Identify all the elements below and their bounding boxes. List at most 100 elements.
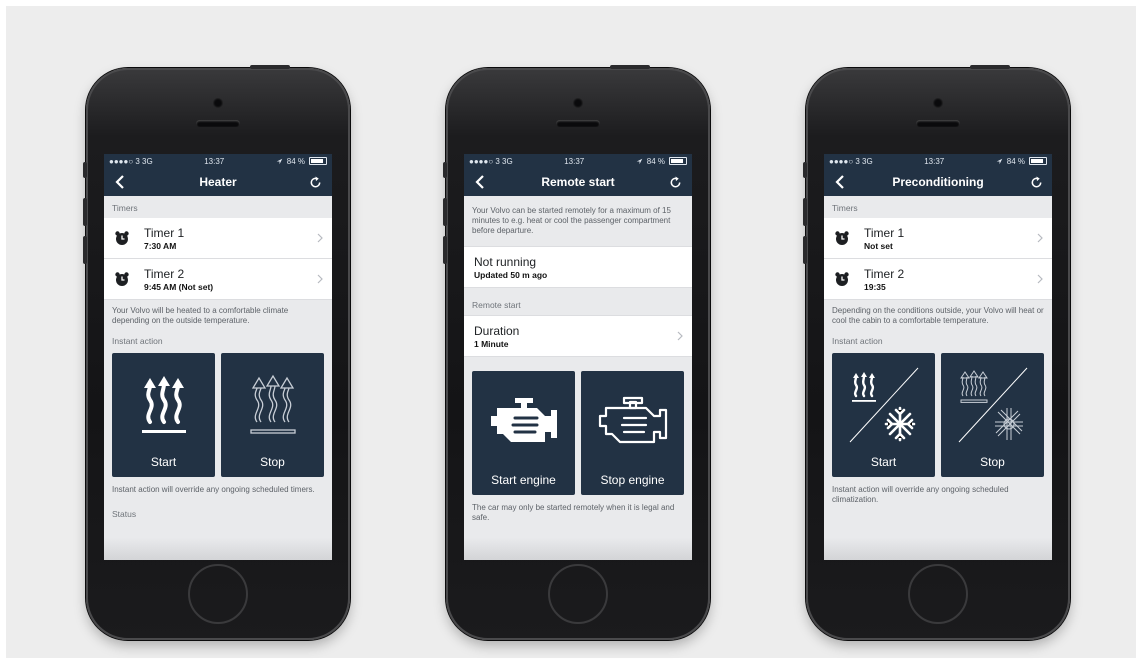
timer-2-value: 19:35: [864, 281, 886, 292]
refresh-button[interactable]: [308, 174, 324, 190]
nav-bar: Remote start: [464, 168, 692, 196]
page-title: Heater: [199, 175, 237, 189]
snowflake-icon: [884, 406, 915, 442]
duration-value: 1 Minute: [474, 338, 509, 349]
stop-heater-button[interactable]: Stop: [221, 353, 324, 477]
carrier-signal: ●●●●○ 3 3G: [109, 156, 153, 166]
refresh-icon: [1031, 175, 1041, 187]
engine-icon: [490, 398, 557, 442]
chevron-right-icon: [1037, 274, 1043, 284]
timer-2-name: Timer 2: [864, 266, 905, 281]
snowflake-outline-icon: [994, 408, 1023, 440]
nav-bar: Preconditioning: [824, 168, 1052, 196]
remote-start-screen: ●●●●○ 3 3G 13:37 84 % Remote start Your …: [464, 154, 692, 560]
stop-engine-button[interactable]: Stop engine: [581, 371, 684, 495]
remote-start-section-label: Remote start: [472, 300, 521, 310]
nav-bar: Heater: [104, 168, 332, 196]
heater-screen: ●●●●○ 3 3G 13:37 84 % Heater Timers Time…: [104, 154, 332, 560]
remote-start-description: Your Volvo can be started remotely for a…: [472, 206, 671, 235]
start-label: Start: [150, 455, 177, 469]
home-button[interactable]: [548, 564, 608, 624]
status-bar: ●●●●○ 3 3G 13:37 84 %: [104, 154, 332, 168]
preconditioning-description: Depending on the conditions outside, you…: [832, 306, 1044, 325]
engine-action-tiles: Start engine Stop engine: [464, 357, 692, 497]
heat-waves-outline-icon: [249, 374, 296, 434]
refresh-button[interactable]: [1028, 174, 1044, 190]
remote-start-note: The car may only be started remotely whe…: [472, 503, 675, 522]
engine-outline-icon: [598, 396, 667, 444]
location-arrow-icon: [276, 158, 283, 164]
heat-waves-icon: [141, 376, 186, 433]
page-title: Preconditioning: [892, 175, 984, 189]
timers-label: Timers: [112, 203, 138, 213]
timer-2-name: Timer 2: [144, 266, 185, 281]
timer-2-row[interactable]: Timer 2 19:35: [824, 259, 1052, 300]
status-time: 13:37: [564, 156, 585, 166]
refresh-icon: [671, 175, 681, 187]
heat-cool-icon: [849, 367, 918, 443]
timer-1-value: Not set: [864, 240, 893, 251]
earpiece-speaker: [196, 120, 240, 127]
heat-cool-outline-icon: [958, 367, 1027, 443]
timer-2-row[interactable]: Timer 2 9:45 AM (Not set): [104, 259, 332, 300]
showcase-background: ●●●●○ 3 3G 13:37 84 % Heater Timers Time…: [6, 6, 1136, 658]
timer-2-value: 9:45 AM (Not set): [144, 281, 214, 292]
battery-icon: [669, 157, 687, 165]
carrier-signal: ●●●●○ 3 3G: [829, 156, 873, 166]
carrier-signal: ●●●●○ 3 3G: [469, 156, 513, 166]
page-title: Remote start: [541, 175, 615, 189]
instant-action-label: Instant action: [832, 336, 883, 346]
status-label: Status: [112, 509, 137, 519]
timer-1-row[interactable]: Timer 1 Not set: [824, 218, 1052, 259]
chevron-right-icon: [677, 331, 683, 341]
timer-1-row[interactable]: Timer 1 7:30 AM: [104, 218, 332, 259]
alarm-clock-icon: [835, 272, 849, 286]
stop-engine-label: Stop engine: [600, 473, 665, 487]
battery-percent: 84 %: [286, 156, 305, 166]
back-button[interactable]: [472, 174, 488, 190]
status-bar: ●●●●○ 3 3G 13:37 84 %: [824, 154, 1052, 168]
earpiece-speaker: [916, 120, 960, 127]
alarm-clock-icon: [115, 272, 129, 286]
chevron-right-icon: [317, 233, 323, 243]
chevron-left-icon: [115, 175, 124, 189]
status-time: 13:37: [204, 156, 225, 166]
home-button[interactable]: [188, 564, 248, 624]
phone-remote-start: ●●●●○ 3 3G 13:37 84 % Remote start Your …: [443, 65, 710, 640]
duration-name: Duration: [474, 323, 520, 338]
chevron-left-icon: [475, 175, 484, 189]
front-camera: [573, 98, 583, 108]
stop-label: Stop: [260, 455, 285, 469]
back-button[interactable]: [832, 174, 848, 190]
battery-icon: [309, 157, 327, 165]
chevron-right-icon: [1037, 233, 1043, 243]
refresh-button[interactable]: [668, 174, 684, 190]
alarm-clock-icon: [835, 231, 849, 245]
start-preconditioning-button[interactable]: Start: [832, 353, 935, 477]
preconditioning-screen: ●●●●○ 3 3G 13:37 84 % Preconditioning Ti…: [824, 154, 1052, 560]
battery-icon: [1029, 157, 1047, 165]
location-arrow-icon: [636, 158, 643, 164]
start-heater-button[interactable]: Start: [112, 353, 215, 477]
phone-preconditioning: ●●●●○ 3 3G 13:37 84 % Preconditioning Ti…: [803, 65, 1070, 640]
refresh-icon: [311, 175, 321, 187]
start-engine-label: Start engine: [491, 473, 556, 487]
timer-1-name: Timer 1: [864, 225, 905, 240]
engine-state: Not running: [474, 254, 537, 269]
location-arrow-icon: [996, 158, 1003, 164]
start-engine-button[interactable]: Start engine: [472, 371, 575, 495]
instant-action-label: Instant action: [112, 336, 163, 346]
timer-1-name: Timer 1: [144, 225, 185, 240]
home-button[interactable]: [908, 564, 968, 624]
status-bar: ●●●●○ 3 3G 13:37 84 %: [464, 154, 692, 168]
back-button[interactable]: [112, 174, 128, 190]
instant-action-tiles: Start Stop: [824, 351, 1052, 479]
duration-row[interactable]: Duration 1 Minute: [464, 315, 692, 357]
start-label: Start: [870, 455, 897, 469]
battery-percent: 84 %: [646, 156, 665, 166]
engine-state-row: Not running Updated 50 m ago: [464, 246, 692, 288]
instant-action-tiles: Start Stop: [104, 351, 332, 479]
status-time: 13:37: [924, 156, 945, 166]
alarm-clock-icon: [115, 231, 129, 245]
stop-preconditioning-button[interactable]: Stop: [941, 353, 1044, 477]
